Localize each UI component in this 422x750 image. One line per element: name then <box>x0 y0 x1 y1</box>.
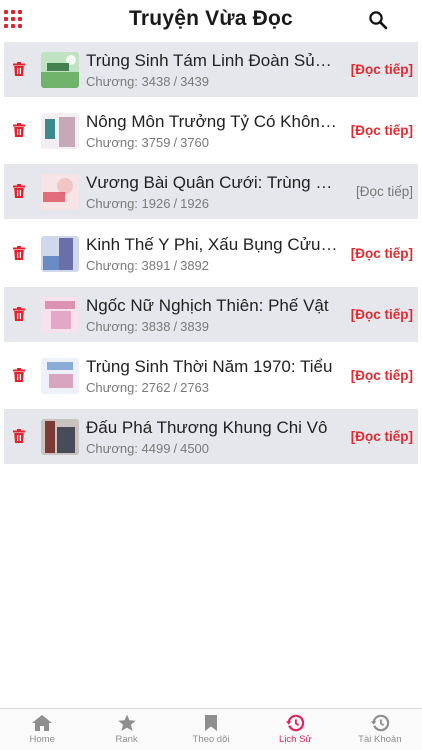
trash-icon[interactable] <box>13 184 25 199</box>
history-icon <box>370 714 390 732</box>
tab-lich-su[interactable]: Lịch Sử <box>253 709 337 750</box>
tab-rank[interactable]: Rank <box>84 709 168 750</box>
book-title[interactable]: Trùng Sinh Tám Linh Đoàn Sủng Thê <box>86 51 341 71</box>
tab-tai-khoan[interactable]: Tài Khoản <box>338 709 422 750</box>
trash-icon[interactable] <box>13 429 25 444</box>
book-cover-image[interactable] <box>41 296 79 333</box>
bookmark-icon <box>205 715 218 731</box>
book-title[interactable]: Ngốc Nữ Nghịch Thiên: Phế Vật <box>86 296 341 316</box>
history-icon <box>286 714 305 732</box>
book-cover-image[interactable] <box>41 174 79 211</box>
chapter-progress: Chương: 2762/2763 <box>86 379 210 395</box>
book-title[interactable]: Vương Bài Quân Cưới: Trùng Sinh <box>86 173 341 193</box>
list-item[interactable]: Trùng Sinh Thời Năm 1970: Tiểu Chương: 2… <box>4 348 418 403</box>
chapter-progress: Chương: 3891/3892 <box>86 257 210 273</box>
continue-reading-button[interactable]: [Đọc tiếp] <box>351 368 413 383</box>
book-cover-image[interactable] <box>41 235 79 272</box>
tab-label: Theo dõi <box>192 734 230 745</box>
continue-reading-button[interactable]: [Đọc tiếp] <box>351 62 413 77</box>
list-item[interactable]: Vương Bài Quân Cưới: Trùng Sinh Chương: … <box>4 164 418 220</box>
app-header: Truyện Vừa Đọc <box>0 0 422 40</box>
list-item[interactable]: Ngốc Nữ Nghịch Thiên: Phế Vật Chương: 38… <box>4 286 418 342</box>
trash-icon[interactable] <box>13 123 25 138</box>
tab-home[interactable]: Home <box>0 709 84 750</box>
continue-reading-button[interactable]: [Đọc tiếp] <box>351 246 413 261</box>
chapter-progress: Chương: 4499/4500 <box>86 441 210 457</box>
page-title: Truyện Vừa Đọc <box>129 7 293 30</box>
continue-reading-button[interactable]: [Đọc tiếp] <box>356 184 413 199</box>
chapter-progress: Chương: 3438/3439 <box>86 74 210 89</box>
book-cover-image[interactable] <box>41 113 79 150</box>
book-cover-image[interactable] <box>41 357 79 394</box>
star-icon <box>117 714 136 731</box>
history-list: Trùng Sinh Tám Linh Đoàn Sủng Thê Chương… <box>4 42 418 470</box>
book-title[interactable]: Nông Môn Trưởng Tỷ Có Không Gian <box>86 112 341 132</box>
continue-reading-button[interactable]: [Đọc tiếp] <box>351 429 413 444</box>
bottom-tab-bar: Home Rank Theo dõi Lịch Sử Tài Khoản <box>0 708 422 750</box>
list-item[interactable]: Nông Môn Trưởng Tỷ Có Không Gian Chương:… <box>4 103 418 158</box>
tab-theo-doi[interactable]: Theo dõi <box>169 709 253 750</box>
trash-icon[interactable] <box>13 306 25 321</box>
book-cover-image[interactable] <box>41 52 79 88</box>
trash-icon[interactable] <box>13 245 25 260</box>
continue-reading-button[interactable]: [Đọc tiếp] <box>351 307 413 322</box>
tab-label: Tài Khoản <box>358 734 402 745</box>
home-icon <box>32 715 53 731</box>
book-title[interactable]: Kinh Thế Y Phi, Xấu Bụng Cửu Vương <box>86 235 341 255</box>
list-item[interactable]: Kinh Thế Y Phi, Xấu Bụng Cửu Vương Chươn… <box>4 226 418 281</box>
chapter-progress: Chương: 3838/3839 <box>86 318 210 334</box>
book-cover-image[interactable] <box>41 419 79 456</box>
tab-label: Lịch Sử <box>279 734 312 745</box>
tab-label: Rank <box>115 734 138 745</box>
list-item[interactable]: Đấu Phá Thương Khung Chi Vô Chương: 4499… <box>4 409 418 465</box>
book-title[interactable]: Trùng Sinh Thời Năm 1970: Tiểu <box>86 357 341 377</box>
continue-reading-button[interactable]: [Đọc tiếp] <box>351 123 413 138</box>
list-item[interactable]: Trùng Sinh Tám Linh Đoàn Sủng Thê Chương… <box>4 42 418 97</box>
book-title[interactable]: Đấu Phá Thương Khung Chi Vô <box>86 418 341 438</box>
chapter-progress: Chương: 3759/3760 <box>86 135 210 151</box>
trash-icon[interactable] <box>13 367 25 382</box>
search-icon[interactable] <box>368 10 388 30</box>
trash-icon[interactable] <box>13 62 25 76</box>
tab-label: Home <box>29 734 55 745</box>
chapter-progress: Chương: 1926/1926 <box>86 196 210 212</box>
